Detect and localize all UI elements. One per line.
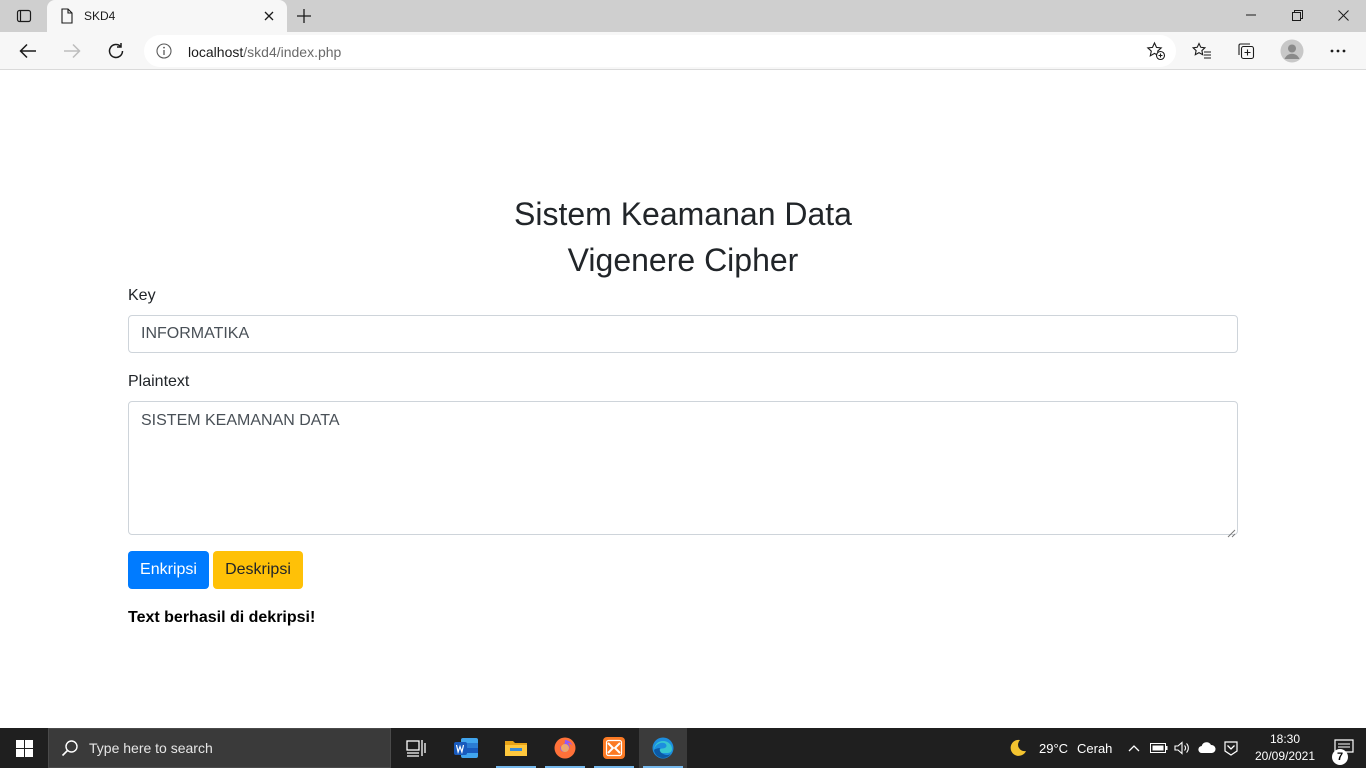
- weather-condition[interactable]: Cerah: [1077, 741, 1112, 756]
- settings-more-icon[interactable]: [1322, 35, 1354, 67]
- word-app-icon[interactable]: [442, 728, 490, 768]
- clock-time: 18:30: [1269, 732, 1301, 746]
- xampp-icon[interactable]: [590, 728, 638, 768]
- browser-tab[interactable]: SKD4: [47, 0, 287, 32]
- close-window-icon[interactable]: [1320, 0, 1366, 30]
- firefox-icon[interactable]: [541, 728, 589, 768]
- key-input-value: INFORMATIKA: [141, 325, 250, 342]
- weather-temperature[interactable]: 29°C: [1039, 741, 1068, 756]
- file-explorer-icon[interactable]: [492, 728, 540, 768]
- close-tab-icon[interactable]: [257, 4, 281, 28]
- task-view-icon[interactable]: [392, 728, 440, 768]
- antivirus-shield-icon[interactable]: [1221, 738, 1241, 758]
- page-title: Sistem Keamanan Data Vigenere Cipher: [0, 191, 1366, 283]
- url-host: localhost: [188, 44, 244, 60]
- battery-icon[interactable]: [1149, 738, 1169, 758]
- windows-start-icon[interactable]: [0, 728, 48, 768]
- weather-moon-icon[interactable]: [1008, 738, 1028, 758]
- resize-grip-icon[interactable]: [1226, 523, 1236, 538]
- plaintext-label: Plaintext: [128, 373, 190, 390]
- speaker-icon[interactable]: [1172, 738, 1192, 758]
- chevron-up-icon[interactable]: [1124, 738, 1144, 758]
- notification-count-badge: 7: [1332, 749, 1348, 765]
- tab-strip: SKD4: [0, 0, 1366, 32]
- back-icon[interactable]: [12, 35, 44, 67]
- clock-date: 20/09/2021: [1254, 749, 1316, 763]
- page-title-line2: Vigenere Cipher: [567, 242, 799, 278]
- system-clock[interactable]: 18:30 20/09/2021: [1248, 731, 1322, 765]
- edge-icon[interactable]: [639, 728, 687, 768]
- key-input[interactable]: INFORMATIKA: [128, 315, 1238, 353]
- url-text: localhost/skd4/index.php: [188, 44, 341, 60]
- plaintext-value: SISTEM KEAMANAN DATA: [141, 412, 340, 429]
- document-icon: [59, 8, 75, 24]
- add-favorite-icon[interactable]: [1146, 41, 1166, 61]
- collections-icon[interactable]: [1230, 35, 1262, 67]
- web-page: Sistem Keamanan Data Vigenere Cipher Key…: [0, 71, 1366, 728]
- browser-toolbar: localhost/skd4/index.php: [0, 32, 1366, 70]
- key-label: Key: [128, 287, 156, 304]
- restore-icon[interactable]: [1274, 0, 1320, 30]
- address-bar[interactable]: localhost/skd4/index.php: [144, 35, 1176, 67]
- onedrive-cloud-icon[interactable]: [1197, 738, 1217, 758]
- page-title-line1: Sistem Keamanan Data: [514, 196, 852, 232]
- encrypt-button[interactable]: Enkripsi: [128, 551, 209, 589]
- tab-title: SKD4: [84, 9, 116, 23]
- windows-taskbar: Type here to search 29°C Cerah 18:30 20/…: [0, 728, 1366, 768]
- favorites-icon[interactable]: [1186, 35, 1218, 67]
- tab-actions-icon[interactable]: [8, 4, 40, 28]
- refresh-icon[interactable]: [100, 35, 132, 67]
- plaintext-textarea[interactable]: SISTEM KEAMANAN DATA: [128, 401, 1238, 538]
- search-placeholder: Type here to search: [89, 740, 213, 756]
- url-path: /skd4/index.php: [243, 44, 342, 60]
- decrypt-button[interactable]: Deskripsi: [213, 551, 303, 589]
- new-tab-icon[interactable]: [290, 4, 318, 28]
- forward-icon[interactable]: [56, 35, 88, 67]
- site-info-icon[interactable]: [156, 43, 172, 59]
- taskbar-search-box[interactable]: Type here to search: [48, 728, 391, 768]
- profile-avatar-icon[interactable]: [1276, 35, 1308, 67]
- status-message: Text berhasil di dekripsi!: [128, 609, 316, 626]
- search-icon: [61, 739, 79, 757]
- minimize-icon[interactable]: [1228, 0, 1274, 30]
